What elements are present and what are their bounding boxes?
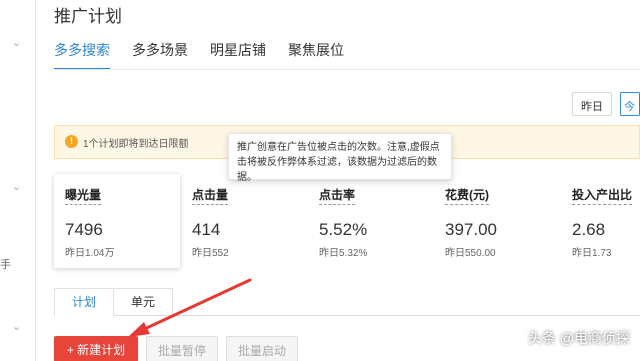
metric-yesterday: 昨日550.00 xyxy=(445,248,496,259)
tab-star-store[interactable]: 明星店铺 xyxy=(210,40,266,70)
metric-yesterday: 昨日5.32% xyxy=(319,248,368,259)
tab-unit[interactable]: 单元 xyxy=(113,288,173,316)
metric-yesterday: 昨日552 xyxy=(192,248,229,259)
metric-label: 曝光量 xyxy=(65,186,102,205)
metric-value: 5.52% xyxy=(319,220,368,239)
metric-label: 投入产出比 xyxy=(572,186,633,205)
sub-tab-bar: 计划 单元 xyxy=(54,288,173,316)
action-bar: + 新建计划 批量暂停 批量启动 xyxy=(54,336,298,361)
metric-value: 2.68 xyxy=(572,220,606,239)
left-sidebar: ⌄ ⌄ 手 ⌄ xyxy=(0,0,36,361)
metric-card-clicks[interactable]: 点击量 414 昨日552 xyxy=(181,174,307,268)
new-plan-button[interactable]: + 新建计划 xyxy=(54,336,138,361)
date-range-buttons: 昨日 今 xyxy=(572,92,640,116)
today-button[interactable]: 今 xyxy=(620,92,640,116)
metric-label: 花费(元) xyxy=(445,186,489,205)
tab-focus-booth[interactable]: 聚焦展位 xyxy=(288,40,344,70)
metric-yesterday: 昨日1.04万 xyxy=(65,248,115,259)
warning-text: 1个计划即将到达日限额 xyxy=(83,139,189,150)
tabs-divider xyxy=(54,69,640,70)
chevron-down-icon[interactable]: ⌄ xyxy=(12,36,24,49)
metric-label: 点击量 xyxy=(192,186,229,205)
tab-duoduo-scene[interactable]: 多多场景 xyxy=(132,40,188,70)
batch-start-button[interactable]: 批量启动 xyxy=(226,336,298,361)
metric-value: 397.00 xyxy=(445,220,497,239)
metric-value: 7496 xyxy=(65,220,103,239)
chevron-down-icon[interactable]: ⌄ xyxy=(12,320,24,333)
yesterday-button[interactable]: 昨日 xyxy=(572,92,612,116)
metric-tooltip: 推广创意在广告位被点击的次数。注意,虚假点击将被反作弊体系过滤，该数据为过滤后的… xyxy=(228,133,452,183)
watermark-text: 头条 @电商侦探 xyxy=(527,330,630,346)
tab-plan[interactable]: 计划 xyxy=(54,288,114,316)
sidebar-cut-label: 手 xyxy=(0,259,11,271)
metric-card-roi[interactable]: 投入产出比 2.68 昨日1.73 xyxy=(561,174,640,268)
page-title: 推广计划 xyxy=(54,7,122,26)
batch-pause-button[interactable]: 批量暂停 xyxy=(146,336,218,361)
metric-card-ctr[interactable]: 点击率 5.52% 昨日5.32% xyxy=(308,174,434,268)
metric-card-impressions[interactable]: 曝光量 7496 昨日1.04万 xyxy=(54,174,180,268)
metric-yesterday: 昨日1.73 xyxy=(572,248,612,259)
chevron-down-icon[interactable]: ⌄ xyxy=(12,180,24,193)
tab-duoduo-search[interactable]: 多多搜索 xyxy=(54,40,110,70)
metric-value: 414 xyxy=(192,220,221,239)
metric-label: 点击率 xyxy=(319,186,356,205)
tab-bar: 多多搜索 多多场景 明星店铺 聚焦展位 xyxy=(54,40,344,70)
metric-card-spend[interactable]: 花费(元) 397.00 昨日550.00 xyxy=(434,174,560,268)
main-panel: 推广计划 多多搜索 多多场景 明星店铺 聚焦展位 昨日 今 ! 1个计划即将到达… xyxy=(36,0,640,361)
warning-icon: ! xyxy=(65,135,78,148)
